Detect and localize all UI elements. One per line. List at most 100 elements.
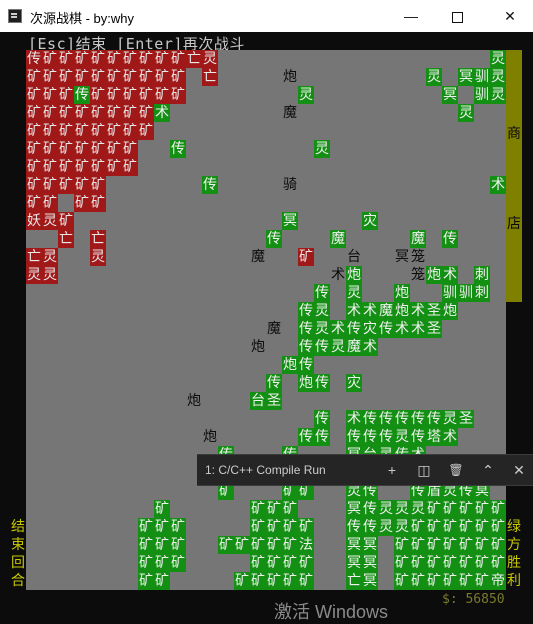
ally-unit-cell[interactable]: 矿 bbox=[170, 554, 186, 572]
neutral-unit-cell[interactable]: 魔 bbox=[282, 104, 298, 122]
enemy-unit-cell[interactable]: 矿 bbox=[42, 158, 58, 176]
ally-unit-cell[interactable]: 灵 bbox=[442, 410, 458, 428]
ally-unit-cell[interactable]: 台 bbox=[250, 392, 266, 410]
ally-unit-cell[interactable]: 术 bbox=[362, 302, 378, 320]
enemy-unit-cell[interactable]: 矿 bbox=[74, 68, 90, 86]
enemy-unit-cell[interactable]: 矿 bbox=[106, 68, 122, 86]
enemy-unit-cell[interactable]: 矿 bbox=[42, 50, 58, 68]
ally-unit-cell[interactable]: 矿 bbox=[282, 572, 298, 590]
ally-unit-cell[interactable]: 矿 bbox=[490, 518, 506, 536]
ally-unit-cell[interactable]: 魔 bbox=[378, 302, 394, 320]
enemy-unit-cell[interactable]: 矿 bbox=[26, 68, 42, 86]
ally-unit-cell[interactable]: 矿 bbox=[426, 536, 442, 554]
ally-unit-cell[interactable]: 冥 bbox=[362, 554, 378, 572]
ally-unit-cell[interactable]: 灵 bbox=[426, 68, 442, 86]
ally-unit-cell[interactable]: 术 bbox=[442, 266, 458, 284]
ally-unit-cell[interactable]: 矿 bbox=[458, 518, 474, 536]
ally-unit-cell[interactable]: 矿 bbox=[266, 500, 282, 518]
ally-unit-cell[interactable]: 传 bbox=[170, 140, 186, 158]
ally-unit-cell[interactable]: 矿 bbox=[458, 572, 474, 590]
ally-unit-cell[interactable]: 法 bbox=[298, 536, 314, 554]
enemy-unit-cell[interactable]: 矿 bbox=[42, 194, 58, 212]
ally-unit-cell[interactable]: 矿 bbox=[474, 554, 490, 572]
ally-unit-cell[interactable]: 矿 bbox=[266, 572, 282, 590]
ally-unit-cell[interactable]: 帝 bbox=[490, 572, 506, 590]
ally-unit-cell[interactable]: 传 bbox=[442, 230, 458, 248]
ally-unit-cell[interactable]: 矿 bbox=[298, 518, 314, 536]
enemy-unit-cell[interactable]: 矿 bbox=[58, 158, 74, 176]
enemy-unit-cell[interactable]: 矿 bbox=[122, 68, 138, 86]
enemy-unit-cell[interactable]: 矿 bbox=[58, 86, 74, 104]
ally-unit-cell[interactable]: 传 bbox=[202, 176, 218, 194]
neutral-unit-cell[interactable]: 骑 bbox=[282, 176, 298, 194]
enemy-unit-cell[interactable]: 矿 bbox=[122, 86, 138, 104]
ally-unit-cell[interactable]: 矿 bbox=[442, 554, 458, 572]
ally-unit-cell[interactable]: 传 bbox=[314, 428, 330, 446]
enemy-unit-cell[interactable]: 妖 bbox=[26, 212, 42, 230]
ally-unit-cell[interactable]: 灵 bbox=[490, 50, 506, 68]
enemy-unit-cell[interactable]: 矿 bbox=[90, 158, 106, 176]
enemy-unit-cell[interactable]: 矿 bbox=[90, 104, 106, 122]
enemy-unit-cell[interactable]: 矿 bbox=[138, 68, 154, 86]
enemy-unit-cell[interactable]: 亡 bbox=[90, 230, 106, 248]
enemy-unit-cell[interactable]: 矿 bbox=[298, 248, 314, 266]
enemy-unit-cell[interactable]: 矿 bbox=[26, 194, 42, 212]
ally-unit-cell[interactable]: 灵 bbox=[394, 518, 410, 536]
ally-unit-cell[interactable]: 术 bbox=[330, 320, 346, 338]
ally-unit-cell[interactable]: 魔 bbox=[346, 338, 362, 356]
ally-unit-cell[interactable]: 矿 bbox=[154, 536, 170, 554]
enemy-unit-cell[interactable]: 灵 bbox=[202, 50, 218, 68]
enemy-unit-cell[interactable]: 矿 bbox=[154, 50, 170, 68]
ally-unit-cell[interactable]: 传 bbox=[426, 410, 442, 428]
ally-unit-cell[interactable]: 术 bbox=[362, 338, 378, 356]
ally-unit-cell[interactable]: 魔 bbox=[410, 230, 426, 248]
ally-unit-cell[interactable]: 灵 bbox=[314, 320, 330, 338]
enemy-unit-cell[interactable]: 矿 bbox=[154, 86, 170, 104]
enemy-unit-cell[interactable]: 灵 bbox=[90, 248, 106, 266]
ally-unit-cell[interactable]: 矿 bbox=[426, 500, 442, 518]
ally-unit-cell[interactable]: 传 bbox=[378, 428, 394, 446]
ally-unit-cell[interactable]: 矿 bbox=[394, 536, 410, 554]
ally-unit-cell[interactable]: 炮 bbox=[298, 374, 314, 392]
ally-unit-cell[interactable]: 矿 bbox=[410, 536, 426, 554]
ally-unit-cell[interactable]: 炮 bbox=[282, 356, 298, 374]
enemy-unit-cell[interactable]: 矿 bbox=[106, 104, 122, 122]
enemy-unit-cell[interactable]: 矿 bbox=[74, 140, 90, 158]
enemy-unit-cell[interactable]: 矿 bbox=[170, 86, 186, 104]
enemy-unit-cell[interactable]: 矿 bbox=[122, 140, 138, 158]
enemy-unit-cell[interactable]: 矿 bbox=[138, 104, 154, 122]
ally-unit-cell[interactable]: 灵 bbox=[490, 68, 506, 86]
ally-unit-cell[interactable]: 传 bbox=[346, 518, 362, 536]
ally-unit-cell[interactable]: 矿 bbox=[298, 554, 314, 572]
ally-unit-cell[interactable]: 矿 bbox=[266, 554, 282, 572]
ally-unit-cell[interactable]: 圣 bbox=[426, 302, 442, 320]
neutral-unit-cell[interactable]: 炮 bbox=[282, 68, 298, 86]
ally-unit-cell[interactable]: 矿 bbox=[282, 554, 298, 572]
ally-unit-cell[interactable]: 矿 bbox=[474, 572, 490, 590]
enemy-unit-cell[interactable]: 矿 bbox=[138, 86, 154, 104]
neutral-unit-cell[interactable]: 炮 bbox=[202, 428, 218, 446]
enemy-unit-cell[interactable]: 矿 bbox=[122, 122, 138, 140]
ally-unit-cell[interactable]: 驯 bbox=[474, 86, 490, 104]
new-terminal-icon[interactable]: + bbox=[383, 461, 401, 479]
ally-unit-cell[interactable]: 矿 bbox=[266, 518, 282, 536]
enemy-unit-cell[interactable]: 矿 bbox=[90, 122, 106, 140]
neutral-unit-cell[interactable]: 魔 bbox=[250, 248, 266, 266]
enemy-unit-cell[interactable]: 矿 bbox=[26, 122, 42, 140]
ally-unit-cell[interactable]: 矿 bbox=[410, 518, 426, 536]
ally-unit-cell[interactable]: 灵 bbox=[378, 518, 394, 536]
ally-unit-cell[interactable]: 矿 bbox=[170, 536, 186, 554]
ally-unit-cell[interactable]: 灵 bbox=[378, 500, 394, 518]
ally-unit-cell[interactable]: 术 bbox=[410, 302, 426, 320]
ally-unit-cell[interactable]: 传 bbox=[266, 374, 282, 392]
neutral-unit-cell[interactable]: 炮 bbox=[186, 392, 202, 410]
enemy-unit-cell[interactable]: 矿 bbox=[74, 158, 90, 176]
ally-unit-cell[interactable]: 矿 bbox=[282, 518, 298, 536]
shop-bar[interactable]: 商 店 bbox=[506, 50, 522, 302]
enemy-unit-cell[interactable]: 灵 bbox=[42, 266, 58, 284]
ally-unit-cell[interactable]: 传 bbox=[314, 374, 330, 392]
ally-unit-cell[interactable]: 矿 bbox=[298, 572, 314, 590]
ally-unit-cell[interactable]: 冥 bbox=[458, 68, 474, 86]
ally-unit-cell[interactable]: 传 bbox=[410, 428, 426, 446]
enemy-unit-cell[interactable]: 矿 bbox=[58, 140, 74, 158]
